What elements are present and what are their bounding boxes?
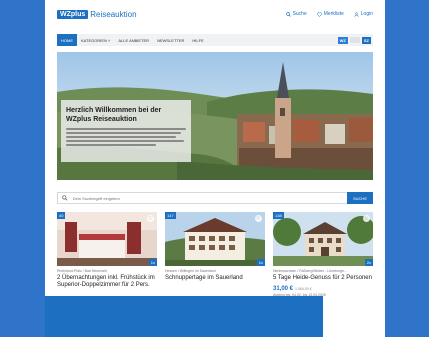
card-location: Niedersachsen / Faßberg/Müden - Lüneburg… — [273, 269, 347, 273]
hero-title: Herzlich Willkommen bei der WZplus Reise… — [66, 107, 162, 123]
nav-item-categories[interactable]: KATEGORIEN ˅ — [77, 34, 114, 46]
search-icon — [285, 11, 291, 17]
auction-card[interactable]: 40 ♡ 1x Rheinland-Pfalz / Bad Neuenahr 2… — [57, 212, 157, 297]
heide-hotel-image — [273, 212, 373, 266]
heart-icon[interactable]: ♡ — [255, 215, 262, 222]
card-title[interactable]: 5 Tage Heide-Genuss für 2 Personen — [273, 275, 373, 282]
nav-item-all-providers[interactable]: ALLE ANBIETER — [114, 34, 153, 46]
watchlist-link[interactable]: Merkliste — [316, 11, 344, 17]
heart-icon[interactable]: ♡ — [363, 215, 370, 222]
logo[interactable]: WZplus Reiseauktion — [57, 9, 137, 19]
card-bid-count-badge: 147 — [165, 212, 176, 219]
card-image: 40 ♡ 1x — [57, 212, 157, 266]
partner-logos: WZ SZ — [337, 36, 371, 44]
partner-logo-wz[interactable]: WZ — [337, 36, 348, 44]
heart-icon[interactable]: ♡ — [147, 215, 154, 222]
search-input[interactable] — [72, 195, 347, 201]
search-button[interactable]: SUCHE — [347, 192, 373, 204]
auction-cards: 40 ♡ 1x Rheinland-Pfalz / Bad Neuenahr 2… — [57, 212, 373, 297]
card-location: Hessen / Willingen im Sauerland — [165, 269, 216, 273]
card-quantity-tag: 1x — [148, 259, 157, 266]
card-title[interactable]: Schnuppertage im Sauerland — [165, 275, 265, 282]
header: WZplus Reiseauktion Suche Merkliste Logi… — [45, 0, 385, 28]
nav-item-home[interactable]: HOME — [57, 34, 77, 46]
card-original-price: 1.064,00 € — [295, 287, 312, 291]
card-price-row: 31,00 € 1.064,00 € — [273, 286, 373, 292]
main-nav: HOME KATEGORIEN ˅ ALLE ANBIETER NEWSLETT… — [57, 34, 373, 46]
auction-card[interactable]: 138 ♡ 2x Niedersachsen / Faßberg/Müden -… — [273, 212, 373, 297]
hero-banner: Herzlich Willkommen bei der WZplus Reise… — [57, 52, 373, 180]
auction-card[interactable]: 147 ♡ 1x Hessen / Willingen im Sauerland… — [165, 212, 265, 297]
promo-banner — [45, 296, 323, 337]
login-link-label: Login — [360, 11, 373, 17]
card-quantity-tag: 1x — [256, 259, 265, 266]
logo-badge: WZplus — [57, 9, 89, 19]
hero-text-lines — [66, 128, 186, 146]
partner-logo-placeholder — [349, 37, 360, 43]
nav-item-newsletter[interactable]: NEWSLETTER — [153, 34, 188, 46]
card-title[interactable]: 2 Übernachtungen inkl. Frühstück im Supe… — [57, 275, 157, 289]
heart-icon — [316, 11, 322, 17]
card-quantity-tag: 2x — [364, 259, 373, 266]
header-links: Suche Merkliste Login — [285, 11, 373, 17]
login-link[interactable]: Login — [354, 11, 373, 17]
search-icon — [62, 195, 68, 201]
nav-item-help[interactable]: HILFE — [188, 34, 207, 46]
card-image: 138 ♡ 2x — [273, 212, 373, 266]
hotel-building-image — [165, 212, 265, 266]
partner-logo-sz[interactable]: SZ — [361, 36, 371, 44]
search-bar: SUCHE — [57, 192, 373, 204]
browser-page: WZplus Reiseauktion Suche Merkliste Logi… — [45, 0, 385, 337]
logo-text: Reiseauktion — [90, 9, 137, 19]
card-image: 147 ♡ 1x — [165, 212, 265, 266]
search-link[interactable]: Suche — [285, 11, 307, 17]
hero-welcome-box: Herzlich Willkommen bei der WZplus Reise… — [61, 100, 191, 162]
card-bid-count-badge: 40 — [57, 212, 66, 219]
card-location: Rheinland-Pfalz / Bad Neuenahr — [57, 269, 108, 273]
search-field[interactable] — [57, 192, 347, 204]
watchlist-link-label: Merkliste — [323, 11, 344, 17]
card-bid-count-badge: 138 — [273, 212, 284, 219]
search-link-label: Suche — [292, 11, 307, 17]
hotel-room-image — [57, 212, 157, 266]
user-icon — [354, 11, 359, 17]
card-current-bid: 31,00 € — [273, 286, 294, 292]
